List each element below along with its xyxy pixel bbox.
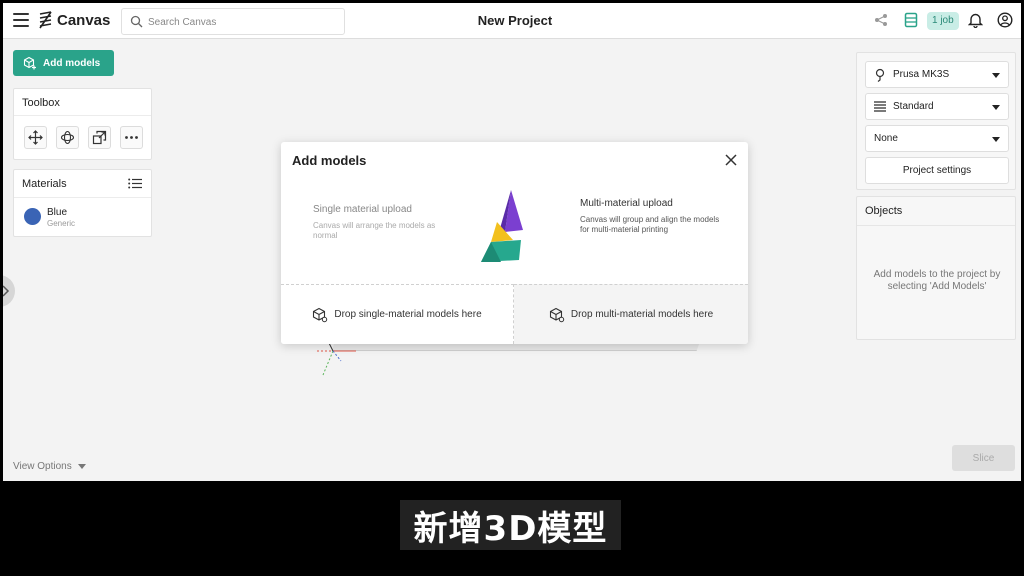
single-option-description: Canvas will arrange the models as normal xyxy=(313,221,436,240)
project-settings-label: Project settings xyxy=(902,165,972,176)
search-box[interactable] xyxy=(121,8,345,35)
build-plate xyxy=(331,343,700,351)
layers-icon xyxy=(874,101,886,112)
divider xyxy=(14,115,151,116)
more-options-icon xyxy=(125,136,138,139)
objects-panel: Objects Add models to the project by sel… xyxy=(856,196,1016,340)
hamburger-menu-icon[interactable] xyxy=(13,13,29,27)
single-drop-label: Drop single-material models here xyxy=(334,309,482,320)
multi-option-description: Canvas will group and align the models f… xyxy=(580,215,720,234)
dialog-title: Add models xyxy=(292,153,367,168)
project-settings-button[interactable]: Project settings xyxy=(865,157,1009,184)
scale-tool-button[interactable] xyxy=(88,126,111,149)
print-settings-panel: Prusa MK3S Standard None Project setting… xyxy=(856,52,1016,190)
chevron-down-icon xyxy=(992,137,1000,142)
divider xyxy=(14,197,151,198)
add-models-dialog: Add models Single material upload Canvas… xyxy=(281,142,748,344)
printer-value: Prusa MK3S xyxy=(893,69,950,80)
rotate-tool-button[interactable] xyxy=(56,126,79,149)
objects-title: Objects xyxy=(865,205,903,217)
single-material-option[interactable]: Single material upload Canvas will arran… xyxy=(313,204,453,241)
materials-title: Materials xyxy=(22,178,67,190)
sidebar-toggle-handle[interactable] xyxy=(3,275,15,307)
search-icon xyxy=(130,15,143,28)
job-count-badge[interactable]: 1 job xyxy=(927,12,959,30)
multi-material-logo-icon xyxy=(481,190,523,262)
slice-button[interactable]: Slice xyxy=(952,445,1015,471)
material-name: Blue xyxy=(47,207,68,218)
multi-drop-label: Drop multi-material models here xyxy=(570,309,714,320)
profile-value: Standard xyxy=(893,101,934,112)
search-input[interactable] xyxy=(148,13,338,31)
list-icon[interactable] xyxy=(128,178,142,189)
chevron-right-icon xyxy=(3,285,10,297)
more-tools-button[interactable] xyxy=(120,126,143,149)
upload-cube-icon xyxy=(313,307,328,322)
add-models-button[interactable]: Add models xyxy=(13,50,114,76)
toolbox-panel: Toolbox xyxy=(13,88,152,160)
support-select[interactable]: None xyxy=(865,125,1009,152)
quality-profile-select[interactable]: Standard xyxy=(865,93,1009,120)
objects-empty-hint: Add models to the project by selecting '… xyxy=(873,269,1001,292)
video-subtitle: 新增3D模型 xyxy=(400,500,621,550)
top-bar: Canvas New Project 1 job xyxy=(3,3,1021,39)
share-icon[interactable] xyxy=(874,13,888,27)
move-icon xyxy=(28,130,43,145)
single-option-title: Single material upload xyxy=(313,204,412,215)
chevron-down-icon xyxy=(77,464,86,469)
toolbox-title: Toolbox xyxy=(22,97,60,109)
print-queue-icon[interactable] xyxy=(904,12,918,28)
view-options-label: View Options xyxy=(13,461,72,472)
printer-nozzle-icon xyxy=(875,68,885,82)
scale-icon xyxy=(92,130,107,145)
multi-option-title: Multi-material upload xyxy=(580,198,673,209)
materials-panel: Materials Blue Generic xyxy=(13,169,152,237)
notification-bell-icon[interactable] xyxy=(968,12,983,28)
multi-material-drop-zone[interactable]: Drop multi-material models here xyxy=(514,284,748,344)
divider xyxy=(857,225,1015,226)
move-tool-button[interactable] xyxy=(24,126,47,149)
add-models-label: Add models xyxy=(43,57,101,69)
app-logo[interactable]: Canvas xyxy=(39,11,110,29)
app-name: Canvas xyxy=(57,11,111,29)
view-options-dropdown[interactable]: View Options xyxy=(13,461,86,472)
material-subtitle: Generic xyxy=(47,219,76,228)
rotate-icon xyxy=(60,130,75,145)
single-material-drop-zone[interactable]: Drop single-material models here xyxy=(281,284,514,344)
multi-material-option[interactable]: Multi-material upload Canvas will group … xyxy=(580,198,720,235)
app-window: Canvas New Project 1 job xyxy=(3,3,1021,481)
material-color-swatch[interactable] xyxy=(24,208,41,225)
slice-label: Slice xyxy=(972,452,995,464)
printer-select[interactable]: Prusa MK3S xyxy=(865,61,1009,88)
user-account-icon[interactable] xyxy=(997,12,1013,28)
upload-cube-icon xyxy=(549,307,565,322)
support-value: None xyxy=(874,133,898,144)
subtitle-text: 新增3D模型 xyxy=(413,508,608,549)
close-icon[interactable] xyxy=(724,153,738,167)
canvas-logo-icon xyxy=(39,11,52,29)
chevron-down-icon xyxy=(992,105,1000,110)
add-cube-icon xyxy=(23,56,36,70)
chevron-down-icon xyxy=(992,73,1000,78)
